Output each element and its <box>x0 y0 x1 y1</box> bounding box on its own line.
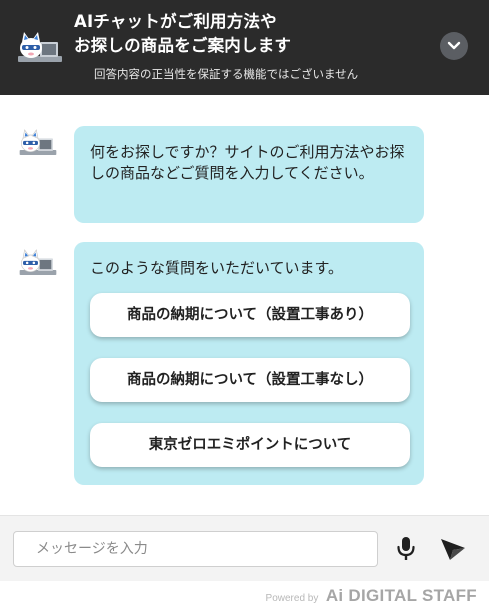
footer: Powered by Ai DIGITAL STAFF <box>0 581 489 609</box>
header-title: AIチャットがご利用方法や お探しの商品をご案内します <box>74 10 414 58</box>
quick-reply-button[interactable]: 東京ゼロエミポイントについて <box>90 423 410 467</box>
bot-message-text: このような質問をいただいています。 <box>90 259 344 277</box>
bot-message-text: 何をお探しですか？サイトのご利用方法やお探しの商品などご質問を入力してください。 <box>90 143 405 182</box>
quick-reply-button[interactable]: 商品の納期について（設置工事なし） <box>90 358 410 402</box>
powered-by-label: Powered by <box>265 593 319 604</box>
message-composer <box>0 515 489 581</box>
header-disclaimer: 回答内容の正当性を保証する機能ではございません <box>94 67 359 81</box>
chevron-down-icon <box>447 41 461 50</box>
bot-avatar-icon <box>19 129 57 155</box>
bot-message: このような質問をいただいています。 商品の納期について（設置工事あり） 商品の納… <box>74 242 424 485</box>
quick-reply-button[interactable]: 商品の納期について（設置工事あり） <box>90 293 410 337</box>
collapse-button[interactable] <box>440 32 468 60</box>
powered-by[interactable]: Powered by Ai DIGITAL STAFF <box>266 586 477 606</box>
message-input[interactable] <box>13 531 378 567</box>
brand-logo: Ai DIGITAL STAFF <box>325 586 477 605</box>
send-icon[interactable] <box>439 536 467 562</box>
chat-header: AIチャットがご利用方法や お探しの商品をご案内します 回答内容の正当性を保証す… <box>0 0 489 95</box>
bot-message: 何をお探しですか？サイトのご利用方法やお探しの商品などご質問を入力してください。 <box>74 126 424 223</box>
header-title-line1: AIチャットがご利用方法や <box>74 12 277 31</box>
bot-avatar-icon <box>18 32 62 62</box>
header-title-line2: お探しの商品をご案内します <box>74 36 292 55</box>
microphone-icon[interactable] <box>395 536 417 562</box>
chat-area[interactable]: 何をお探しですか？サイトのご利用方法やお探しの商品などご質問を入力してください。… <box>0 95 489 515</box>
bot-avatar-icon <box>19 249 57 275</box>
